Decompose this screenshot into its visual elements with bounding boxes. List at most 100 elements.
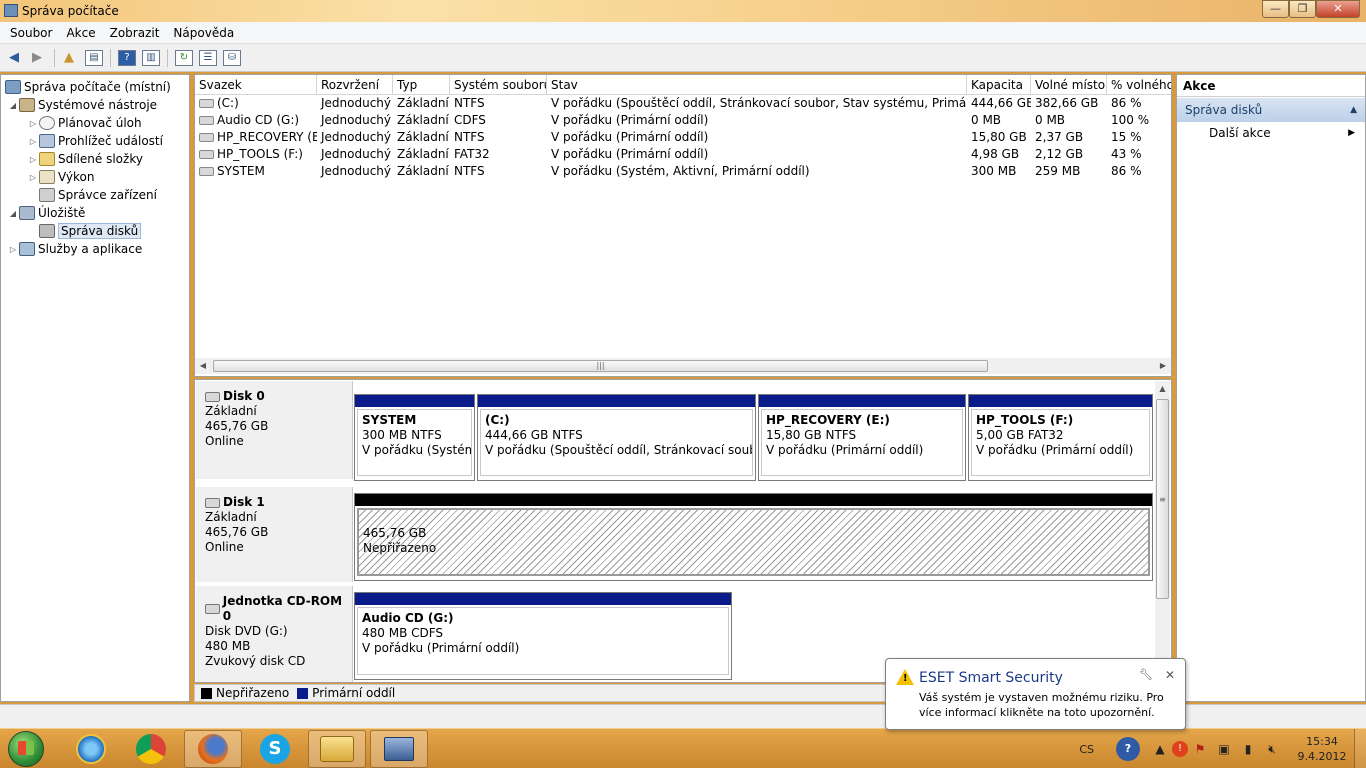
partition-system[interactable]: SYSTEM 300 MB NTFS V pořádku (Systém, A [354, 394, 475, 481]
expand-arrow-icon[interactable]: ▷ [27, 119, 39, 128]
language-indicator[interactable]: CS [1079, 743, 1094, 756]
expand-arrow-icon[interactable]: ▷ [27, 155, 39, 164]
services-icon [19, 242, 35, 256]
expand-arrow-icon[interactable]: ▷ [27, 173, 39, 182]
tree-item-performance[interactable]: ▷ Výkon [1, 168, 189, 186]
tree-item-task-scheduler[interactable]: ▷ Plánovač úloh [1, 114, 189, 132]
help-icon[interactable]: ? [118, 49, 136, 66]
tree-item-services[interactable]: ▷ Služby a aplikace [1, 240, 189, 258]
close-icon[interactable]: ✕ [1165, 668, 1175, 682]
show-hidden-icons-arrow-icon[interactable]: ▲ [1151, 740, 1169, 758]
taskbar-firefox[interactable] [184, 730, 242, 768]
refresh-icon[interactable]: ↻ [175, 49, 193, 66]
partition-hp-tools[interactable]: HP_TOOLS (F:) 5,00 GB FAT32 V pořádku (P… [968, 394, 1153, 481]
tree-item-system-tools[interactable]: ◢ Systémové nástroje [1, 96, 189, 114]
table-row[interactable]: HP_TOOLS (F:) Jednoduchý Základní FAT32 V po… [195, 146, 1171, 163]
properties-icon[interactable]: ☰ [199, 49, 217, 66]
partition-status: V pořádku (Primární oddíl) [362, 641, 520, 655]
start-button[interactable] [2, 730, 52, 768]
network-icon[interactable]: ▮ [1239, 740, 1257, 758]
partition-name: Audio CD (G:) [362, 611, 454, 625]
column-header-capacity[interactable]: Kapacita [967, 75, 1031, 94]
expand-arrow-icon[interactable]: ▷ [7, 245, 19, 254]
show-desktop-button[interactable] [1354, 729, 1366, 768]
toolbar-separator [110, 48, 111, 67]
volume-muted-icon[interactable]: 🔇︎ [1263, 740, 1281, 758]
back-arrow-icon[interactable]: ◀ [4, 48, 24, 68]
menu-help[interactable]: Nápověda [167, 26, 240, 40]
menu-action[interactable]: Akce [60, 26, 101, 40]
vertical-scrollbar[interactable]: ▲ ≡ [1155, 381, 1170, 681]
partition-hp-recovery[interactable]: HP_RECOVERY (E:) 15,80 GB NTFS V pořádku… [758, 394, 966, 481]
column-header-free-space[interactable]: Volné místo [1031, 75, 1107, 94]
minimize-button[interactable]: — [1262, 0, 1289, 18]
column-header-type[interactable]: Typ [393, 75, 450, 94]
column-header-percent-free[interactable]: % volného [1107, 75, 1171, 94]
table-row[interactable]: SYSTEM Jednoduchý Základní NTFS V pořádku (S… [195, 163, 1171, 180]
disk-0-label[interactable]: Disk 0 Základní 465,76 GB Online [196, 381, 353, 479]
primary-partition-bar [355, 593, 731, 605]
firefox-icon [198, 734, 228, 764]
scroll-thumb[interactable]: ||| [213, 360, 988, 372]
primary-partition-bar [969, 395, 1152, 407]
action-pane-icon[interactable]: ▥ [142, 49, 160, 66]
column-header-layout[interactable]: Rozvržení [317, 75, 393, 94]
tree-item-root[interactable]: Správa počítače (místní) [1, 78, 189, 96]
action-center-flag-icon[interactable]: ⚑ [1191, 740, 1209, 758]
horizontal-scrollbar[interactable]: ◀ ||| ▶ [195, 358, 1171, 374]
scroll-right-arrow-icon[interactable]: ▶ [1155, 358, 1171, 374]
menu-view[interactable]: Zobrazit [104, 26, 166, 40]
actions-header: Akce [1177, 75, 1365, 97]
device-manager-icon [39, 188, 55, 202]
taskbar-chrome[interactable] [122, 730, 180, 768]
menu-file[interactable]: Soubor [4, 26, 58, 40]
collapse-arrow-icon[interactable]: ◢ [7, 101, 19, 110]
forward-arrow-icon[interactable]: ▶ [27, 48, 47, 68]
taskbar-internet-explorer[interactable] [62, 730, 120, 768]
collapse-arrow-icon[interactable]: ◢ [7, 209, 19, 218]
partition-unallocated[interactable]: 465,76 GB Nepřiřazeno [354, 493, 1153, 581]
clock-time: 15:34 [1306, 735, 1338, 748]
table-row[interactable]: Audio CD (G:) Jednoduchý Základní CDFS V poř… [195, 112, 1171, 129]
cdrom-0-label[interactable]: Jednotka CD-ROM 0 Disk DVD (G:) 480 MB Z… [196, 586, 353, 682]
tree-item-disk-management[interactable]: Správa disků [1, 222, 189, 240]
eset-tray-icon[interactable]: ? [1116, 737, 1140, 761]
taskbar-computer-management[interactable] [370, 730, 428, 768]
close-button[interactable]: ✕ [1316, 0, 1360, 18]
disk-1-label[interactable]: Disk 1 Základní 465,76 GB Online [196, 487, 353, 582]
wrench-icon[interactable]: 🔧︎ [1139, 668, 1153, 681]
cell-type: Základní [397, 113, 449, 127]
maximize-button[interactable]: ❐ [1289, 0, 1316, 18]
taskbar-explorer[interactable] [308, 730, 366, 768]
event-viewer-icon [39, 134, 55, 148]
collapse-up-icon[interactable]: ▲ [1350, 98, 1357, 122]
partition-audio-cd[interactable]: Audio CD (G:) 480 MB CDFS V pořádku (Pri… [354, 592, 732, 680]
actions-section-disk-management[interactable]: Správa disků ▲ [1177, 98, 1365, 122]
table-row[interactable]: (C:) Jednoduchý Základní NTFS V pořádku (Spo… [195, 95, 1171, 112]
partition-c[interactable]: (C:) 444,66 GB NTFS V pořádku (Spouštěcí… [477, 394, 756, 481]
volume-icon [199, 133, 214, 142]
tree-item-device-manager[interactable]: Správce zařízení [1, 186, 189, 204]
table-row[interactable]: HP_RECOVERY (E:) Jednoduchý Základní NTFS V … [195, 129, 1171, 146]
column-header-filesystem[interactable]: Systém souborů [450, 75, 547, 94]
actions-more-actions[interactable]: Další akce ▶ [1177, 122, 1365, 144]
console-tree-icon[interactable]: ▤ [85, 49, 103, 66]
scroll-up-arrow-icon[interactable]: ▲ [1155, 381, 1170, 396]
column-header-status[interactable]: Stav [547, 75, 967, 94]
eset-alert-icon[interactable]: ! [1172, 741, 1188, 757]
tree-item-storage[interactable]: ◢ Úložiště [1, 204, 189, 222]
clock[interactable]: 15:34 9.4.2012 [1290, 734, 1354, 764]
rescan-disks-icon[interactable]: ⛁ [223, 49, 241, 66]
taskbar-skype[interactable]: S [246, 730, 304, 768]
up-folder-icon[interactable]: ▲ [59, 48, 79, 68]
taskbar: S CS ? ▲ ! ⚑ ▣ ▮ 🔇︎ 15:34 9.4.2012 [0, 728, 1366, 768]
eset-notification-balloon[interactable]: ! ESET Smart Security Váš systém je vyst… [885, 658, 1186, 730]
column-header-volume[interactable]: Svazek [195, 75, 317, 94]
safely-remove-hardware-icon[interactable]: ▣ [1215, 740, 1233, 758]
scroll-thumb[interactable]: ≡ [1156, 399, 1169, 599]
scroll-left-arrow-icon[interactable]: ◀ [195, 358, 211, 374]
expand-arrow-icon[interactable]: ▷ [27, 137, 39, 146]
tree-item-event-viewer[interactable]: ▷ Prohlížeč událostí [1, 132, 189, 150]
unallocated-partition-bar [355, 494, 1152, 506]
tree-item-shared-folders[interactable]: ▷ Sdílené složky [1, 150, 189, 168]
